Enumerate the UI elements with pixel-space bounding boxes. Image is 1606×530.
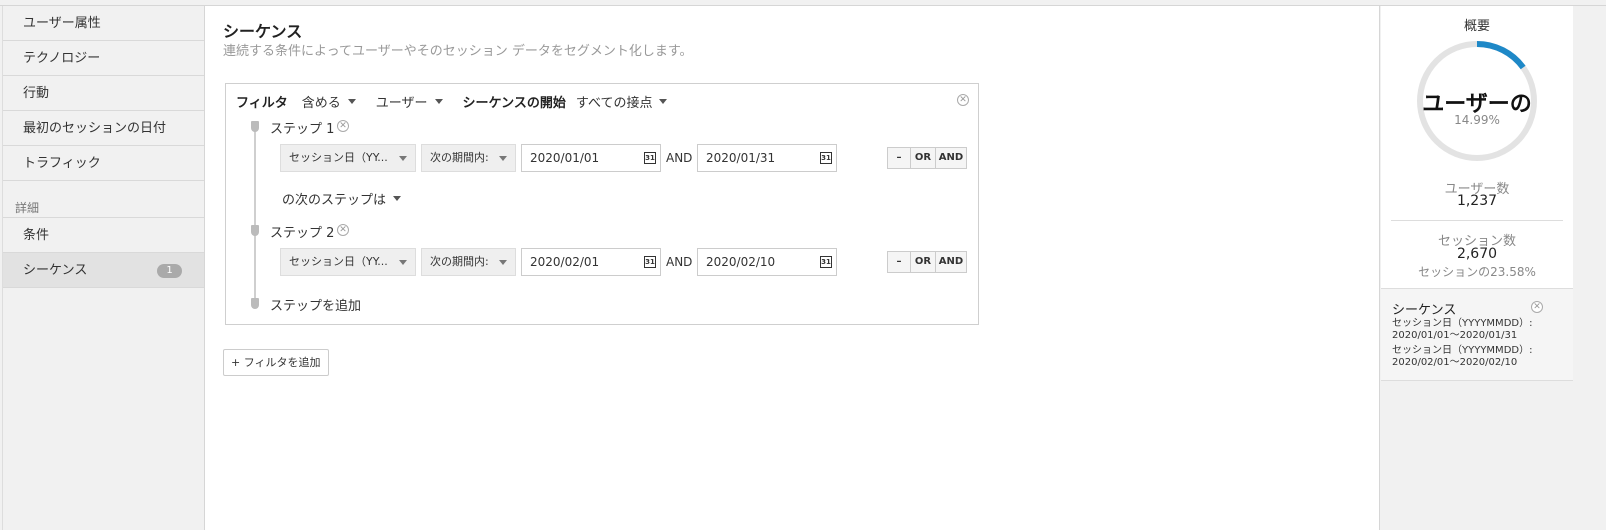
sequence-line: 2020/01/01〜2020/01/31 — [1392, 330, 1518, 341]
include-dropdown[interactable]: 含める — [302, 92, 356, 111]
remove-sequence-icon[interactable]: ✕ — [1531, 301, 1543, 313]
sequence-line: セッション日（YYYYMMDD）: — [1392, 345, 1533, 356]
chevron-down-icon — [393, 196, 402, 201]
page-title: シーケンス — [223, 22, 303, 41]
step-marker-icon — [251, 225, 259, 236]
sequence-start-label: シーケンスの開始 — [462, 95, 566, 111]
remove-step-icon[interactable]: ✕ — [337, 224, 349, 236]
calendar-icon[interactable]: 31 — [820, 152, 832, 164]
sidebar-item-demographics[interactable]: ユーザー属性 — [3, 6, 204, 41]
step-2-title: ステップ 2 — [270, 226, 335, 241]
sidebar-item-sequences[interactable]: シーケンス 1 — [3, 253, 213, 288]
count-badge: 1 — [157, 264, 182, 278]
chevron-down-icon — [499, 156, 507, 161]
sidebar-item-label: ユーザー属性 — [23, 16, 101, 31]
summary-top: 概要 ユーザーの 14.99% ユーザー数 1,237 セッション数 2,670… — [1381, 6, 1573, 289]
sidebar-item-label: トラフィック — [23, 156, 101, 171]
and-label: AND — [666, 151, 693, 165]
sequence-filter-box: フィルタ 含める ユーザー シーケンスの開始 すべての接点 ✕ ステップ 1 ✕… — [225, 83, 979, 325]
sidebar-item-label: 最初のセッションの日付 — [23, 121, 167, 136]
date-from-value: 2020/01/01 — [530, 151, 600, 165]
or-button[interactable]: OR — [911, 148, 936, 168]
date-to-value: 2020/02/10 — [706, 255, 776, 269]
condition-button-group: – OR AND — [887, 251, 967, 273]
sidebar: ユーザー属性 テクノロジー 行動 最初のセッションの日付 トラフィック 詳細 条… — [2, 6, 213, 530]
filter-header: フィルタ 含める ユーザー シーケンスの開始 すべての接点 — [236, 91, 687, 111]
remove-condition-button[interactable]: – — [888, 252, 911, 272]
next-step-label: の次のステップは — [282, 193, 387, 208]
and-label: AND — [666, 255, 693, 269]
scope-dropdown[interactable]: ユーザー — [376, 92, 443, 111]
chevron-down-icon — [399, 260, 407, 265]
sidebar-item-label: テクノロジー — [23, 51, 101, 66]
sidebar-item-label: シーケンス — [23, 263, 88, 278]
date-from-value: 2020/02/01 — [530, 255, 600, 269]
or-button[interactable]: OR — [911, 252, 936, 272]
sessions-share: セッションの23.58% — [1418, 265, 1536, 279]
chevron-down-icon — [499, 260, 507, 265]
add-step-link[interactable]: ステップを追加 — [270, 295, 361, 314]
users-value: 1,237 — [1456, 193, 1498, 209]
chevron-down-icon — [347, 98, 356, 104]
date-from-field[interactable]: 2020/02/01 31 — [521, 248, 661, 276]
sidebar-item-conditions[interactable]: 条件 — [3, 218, 204, 253]
sequence-summary: シーケンス ✕ セッション日（YYYYMMDD）: 2020/01/01〜202… — [1381, 289, 1573, 381]
date-to-field[interactable]: 2020/01/31 31 — [697, 144, 837, 172]
sequence-start-dropdown[interactable]: すべての接点 — [576, 92, 668, 111]
sequence-summary-title: シーケンス — [1392, 303, 1457, 318]
ring-percent: 14.99% — [1454, 113, 1500, 127]
sequence-start-value: すべての接点 — [575, 95, 653, 111]
operator-value: 次の期間内: — [430, 255, 489, 268]
date-from-field[interactable]: 2020/01/01 31 — [521, 144, 661, 172]
page-subtitle: 連続する条件によってユーザーやそのセッション データをセグメント化します。 — [223, 44, 693, 59]
sidebar-item-label: 行動 — [23, 86, 50, 101]
sidebar-item-technology[interactable]: テクノロジー — [3, 41, 204, 76]
summary-panel: 概要 ユーザーの 14.99% ユーザー数 1,237 セッション数 2,670… — [1381, 6, 1606, 530]
sessions-value: 2,670 — [1456, 246, 1498, 262]
include-value: 含める — [301, 95, 341, 111]
sidebar-item-traffic[interactable]: トラフィック — [3, 146, 204, 181]
right-margin — [1573, 6, 1606, 530]
operator-select[interactable]: 次の期間内: — [421, 144, 516, 172]
chevron-down-icon — [399, 156, 407, 161]
calendar-icon[interactable]: 31 — [820, 256, 832, 268]
remove-condition-button[interactable]: – — [888, 148, 911, 168]
add-filter-button[interactable]: + フィルタを追加 — [223, 349, 329, 376]
sidebar-item-behavior[interactable]: 行動 — [3, 76, 204, 111]
chevron-down-icon — [659, 98, 668, 104]
next-step-dropdown[interactable]: の次のステップは — [282, 189, 402, 208]
dimension-select[interactable]: セッション日（YY... — [280, 248, 416, 276]
operator-select[interactable]: 次の期間内: — [421, 248, 516, 276]
date-to-field[interactable]: 2020/02/10 31 — [697, 248, 837, 276]
filter-label: フィルタ — [236, 95, 288, 111]
remove-filter-icon[interactable]: ✕ — [957, 94, 969, 106]
operator-value: 次の期間内: — [430, 151, 489, 164]
dimension-value: セッション日（YY... — [289, 151, 388, 164]
sidebar-item-first-session-date[interactable]: 最初のセッションの日付 — [3, 111, 204, 146]
scope-value: ユーザー — [375, 95, 428, 111]
step-1-title: ステップ 1 — [270, 122, 335, 137]
calendar-icon[interactable]: 31 — [644, 256, 656, 268]
sidebar-item-label: 条件 — [23, 228, 50, 243]
summary-title: 概要 — [1463, 19, 1490, 34]
divider — [1391, 220, 1563, 221]
condition-button-group: – OR AND — [887, 147, 967, 169]
dimension-value: セッション日（YY... — [289, 255, 388, 268]
and-button[interactable]: AND — [936, 148, 966, 168]
and-button[interactable]: AND — [936, 252, 966, 272]
dimension-select[interactable]: セッション日（YY... — [280, 144, 416, 172]
calendar-icon[interactable]: 31 — [644, 152, 656, 164]
chevron-down-icon — [434, 98, 443, 104]
step-timeline — [254, 122, 256, 302]
remove-step-icon[interactable]: ✕ — [337, 120, 349, 132]
sequence-line: セッション日（YYYYMMDD）: — [1392, 318, 1533, 329]
main-panel: シーケンス 連続する条件によってユーザーやそのセッション データをセグメント化し… — [204, 6, 1380, 530]
step-marker-icon — [251, 121, 259, 132]
step-marker-icon — [251, 298, 259, 309]
sequence-line: 2020/02/01〜2020/02/10 — [1392, 357, 1518, 368]
date-to-value: 2020/01/31 — [706, 151, 776, 165]
sidebar-section-advanced: 詳細 — [3, 181, 204, 218]
